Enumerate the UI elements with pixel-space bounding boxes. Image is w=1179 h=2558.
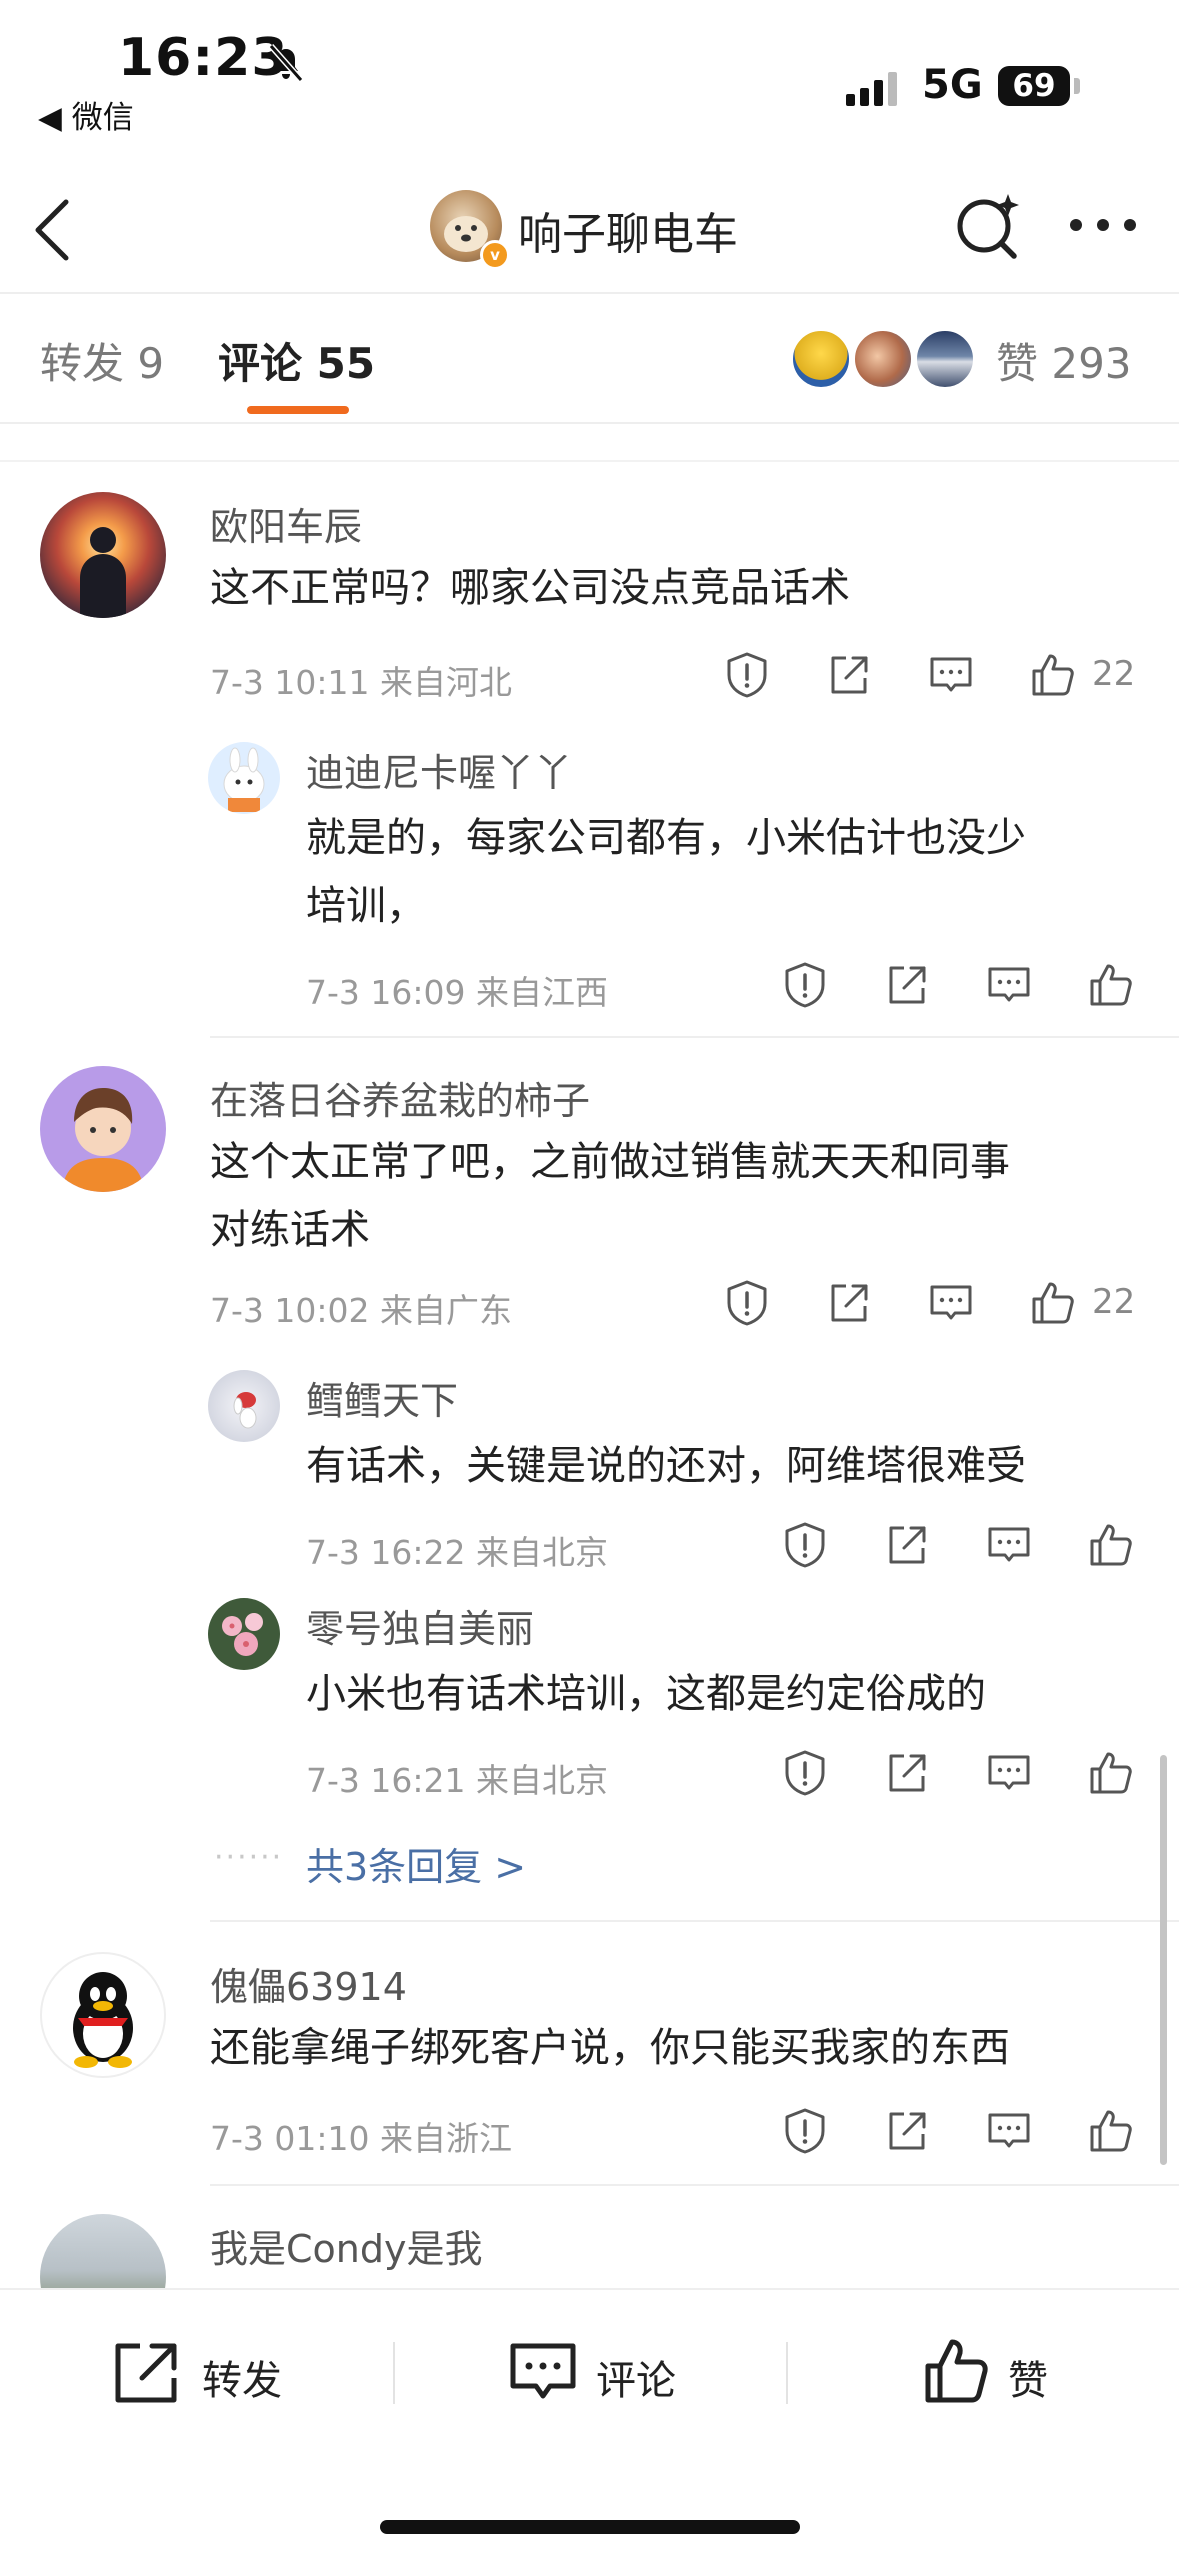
like-count: 22 [1092,1282,1136,1322]
reply-text: 小米也有话术培训，这都是约定俗成的 [306,1671,986,1717]
reply-icon[interactable] [926,650,976,700]
reply-text-line: 培训， [306,883,426,929]
battery-level: 69 [998,66,1070,106]
thumb-up-icon[interactable] [1086,1748,1136,1798]
share-icon[interactable] [882,1748,932,1798]
verified-badge: v [480,240,510,270]
signal-icon [846,72,906,106]
reply-username[interactable]: 零号独自美丽 [306,1598,534,1653]
share-icon[interactable] [882,1520,932,1570]
report-icon[interactable] [780,2106,830,2156]
reply-text-line: 就是的，每家公司都有，小米估计也没少 [306,815,1026,861]
liker-avatar[interactable] [790,328,852,390]
share-icon[interactable] [824,1278,874,1328]
tab-active-indicator [247,406,349,414]
tab-comment[interactable]: 评论 55 [218,330,375,391]
search-sparkle-icon[interactable] [952,190,1024,262]
comment-button[interactable]: 评论 [596,2348,676,2406]
like-button[interactable]: 赞 [1008,2348,1048,2406]
back-arrow-icon[interactable] [30,198,74,262]
comment-text-line: 对练话术 [210,1207,370,1253]
tabs-divider [0,422,1179,424]
likes-count[interactable]: 赞 293 [996,330,1132,391]
bottom-action-bar [0,2288,1179,2558]
reply-icon[interactable] [984,2106,1034,2156]
comment-text-line: 这个太正常了吧，之前做过销售就天天和同事 [210,1139,1010,1185]
avatar[interactable] [208,742,280,814]
status-time: 16:23 [118,28,289,88]
share-icon[interactable] [882,960,932,1010]
comment-username[interactable]: 在落日谷养盆栽的柿子 [210,1070,590,1125]
reply-icon[interactable] [984,960,1034,1010]
more-replies-link[interactable]: 共3条回复 > [306,1836,526,1891]
avatar[interactable] [40,1952,166,2078]
tab-repost[interactable]: 转发 9 [40,330,164,391]
comment-meta: 7-3 01:10 来自浙江 [210,2119,512,2158]
battery-cap [1074,78,1080,94]
more-icon[interactable] [1068,214,1138,236]
report-icon[interactable] [780,1520,830,1570]
comment-username[interactable]: 欧阳车辰 [210,496,362,551]
share-icon[interactable] [824,650,874,700]
reply-meta: 7-3 16:09 来自江西 [306,973,608,1012]
like-icon[interactable] [922,2336,992,2406]
comment-divider [210,1036,1179,1038]
report-icon[interactable] [722,650,772,700]
repost-icon[interactable] [110,2340,182,2406]
repost-button[interactable]: 转发 [202,2348,282,2406]
thumb-up-icon[interactable] [1028,1278,1078,1328]
thumb-up-icon[interactable] [1086,1520,1136,1570]
comment-meta: 7-3 10:02 来自广东 [210,1291,512,1330]
more-replies-dots: ······ [214,1840,284,1875]
section-divider [0,460,1179,462]
avatar[interactable] [40,1066,166,1192]
scrollbar[interactable] [1160,1755,1167,2165]
thumb-up-icon[interactable] [1086,2106,1136,2156]
comment-text: 还能拿绳子绑死客户说，你只能买我家的东西 [210,2025,1010,2071]
thumb-up-icon[interactable] [1028,650,1078,700]
comment-divider [210,2184,1179,2186]
avatar[interactable] [208,1370,280,1442]
reply-meta: 7-3 16:22 来自北京 [306,1533,608,1572]
nav-divider [0,292,1179,294]
thumb-up-icon[interactable] [1086,960,1136,1010]
liker-avatar[interactable] [852,328,914,390]
avatar[interactable] [40,492,166,618]
comment-meta: 7-3 10:11 来自河北 [210,663,512,702]
report-icon[interactable] [780,960,830,1010]
report-icon[interactable] [780,1748,830,1798]
report-icon[interactable] [722,1278,772,1328]
comment-icon[interactable] [508,2340,578,2406]
reply-username[interactable]: 迪迪尼卡喔丫丫 [306,742,572,797]
reply-icon[interactable] [984,1748,1034,1798]
reply-meta: 7-3 16:21 来自北京 [306,1761,608,1800]
back-to-wechat[interactable]: ◀ 微信 [38,92,134,137]
comment-text: 这不正常吗？哪家公司没点竞品话术 [210,565,850,611]
reply-text: 有话术，关键是说的还对，阿维塔很难受 [306,1443,1026,1489]
liker-avatar[interactable] [914,328,976,390]
comment-divider [210,1920,1179,1922]
comment-username[interactable]: 傀儡63914 [210,1956,407,2011]
reply-icon[interactable] [984,1520,1034,1570]
like-count: 22 [1092,654,1136,694]
reply-icon[interactable] [926,1278,976,1328]
reply-username[interactable]: 鳕鳕天下 [306,1370,458,1425]
bell-slash-icon [268,44,304,82]
bottom-separator [786,2342,788,2404]
bottom-separator [393,2342,395,2404]
share-icon[interactable] [882,2106,932,2156]
avatar[interactable] [208,1598,280,1670]
comment-username[interactable]: 我是Condy是我 [210,2218,482,2273]
page-title[interactable]: 响子聊电车 [518,198,738,262]
network-type: 5G [922,62,983,108]
home-indicator[interactable] [380,2520,800,2534]
